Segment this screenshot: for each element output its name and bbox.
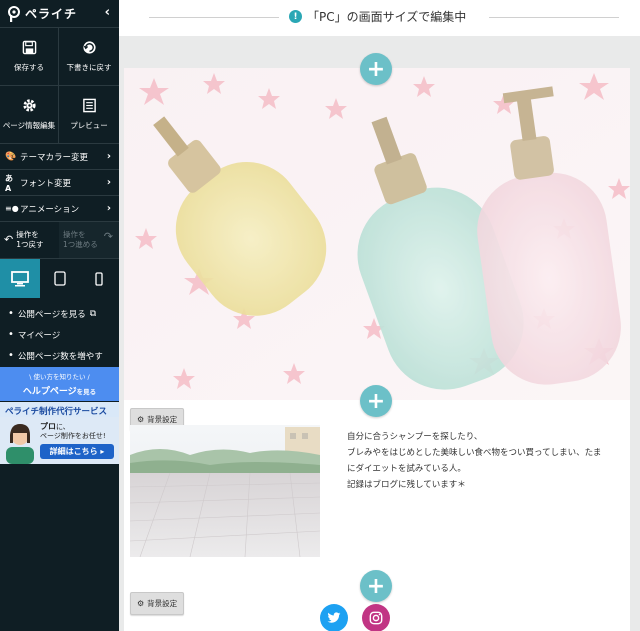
add-section-button[interactable]: + bbox=[360, 385, 392, 417]
profile-text-line: にダイエットを試みている人。 bbox=[347, 464, 466, 474]
ad-line1-bold: プロ bbox=[40, 422, 56, 431]
revert-draft-label: 下書きに戻す bbox=[66, 63, 112, 72]
profile-text-line: 記録はブログに残しています＊ bbox=[347, 480, 466, 490]
page-links: • 公開ページを見る ⧉ • マイページ • 公開ページ数を増やす bbox=[0, 298, 119, 366]
animation-label: アニメーション bbox=[20, 204, 80, 215]
desktop-icon bbox=[10, 270, 29, 286]
collapse-sidebar-button[interactable]: ‹ bbox=[105, 5, 110, 20]
profile-text-line: ブレみやをはじめとした美味しい食べ物をつい買ってしまい、たま bbox=[347, 448, 602, 458]
ad-title: ペライチ制作代行サービス bbox=[0, 402, 119, 417]
sidebar: ペライチ ‹ 保存する 下書きに戻す ページ情報編集 プレビュー 🎨 テーマカラ… bbox=[0, 0, 119, 631]
chevron-right-icon: › bbox=[106, 151, 111, 162]
help-banner-title: ヘルプページ bbox=[22, 387, 77, 397]
add-section-button[interactable]: + bbox=[360, 570, 392, 602]
mypage-link[interactable]: • マイページ bbox=[8, 324, 119, 345]
history-controls: ↶ 操作を 1つ戻す 操作を 1つ進める ↷ bbox=[0, 222, 119, 259]
theme-color-menu[interactable]: 🎨 テーマカラー変更 › bbox=[0, 144, 119, 170]
theme-color-label: テーマカラー変更 bbox=[20, 152, 89, 163]
profile-text-block[interactable]: 自分に合うシャンプーを探したり、 ブレみやをはじめとした美味しい食べ物をつい買っ… bbox=[347, 429, 627, 493]
device-desktop-button[interactable] bbox=[0, 259, 40, 298]
tablet-icon bbox=[53, 271, 66, 286]
divider bbox=[149, 17, 279, 18]
redo-line1: 操作を bbox=[63, 230, 86, 239]
add-section-button[interactable]: + bbox=[360, 53, 392, 85]
action-tiles: 保存する 下書きに戻す ページ情報編集 プレビュー bbox=[0, 27, 119, 144]
production-service-ad[interactable]: ペライチ制作代行サービス プロに、 ページ制作をお任せ! 詳細はこちら ▸ bbox=[0, 402, 119, 464]
info-icon: ! bbox=[289, 10, 302, 23]
undo-icon: ↶ bbox=[4, 233, 14, 246]
campus-photo[interactable] bbox=[130, 425, 320, 557]
save-label: 保存する bbox=[14, 63, 44, 72]
save-button[interactable]: 保存する bbox=[0, 28, 59, 86]
animation-icon: ≡● bbox=[5, 204, 19, 213]
undo-button[interactable]: ↶ 操作を 1つ戻す bbox=[0, 222, 59, 258]
background-settings-label: 背景設定 bbox=[147, 415, 178, 424]
help-banner-suffix: を見る bbox=[76, 388, 97, 396]
font-icon: あA bbox=[5, 173, 13, 193]
screen-size-notice: ! 「PC」の画面サイズで編集中 bbox=[289, 8, 466, 25]
ad-details-button[interactable]: 詳細はこちら ▸ bbox=[40, 444, 114, 459]
revert-draft-icon bbox=[82, 41, 96, 54]
font-label: フォント変更 bbox=[20, 178, 72, 189]
help-banner-caption: \ 使い方を知りたい / bbox=[29, 373, 90, 381]
background-settings-label: 背景設定 bbox=[147, 599, 178, 608]
editor-topbar: ! 「PC」の画面サイズで編集中 bbox=[119, 0, 640, 36]
help-page-banner[interactable]: \ 使い方を知りたい / ヘルプページを見る bbox=[0, 367, 119, 401]
redo-button[interactable]: 操作を 1つ進める ↷ bbox=[59, 222, 119, 258]
page-info-edit-button[interactable]: ページ情報編集 bbox=[0, 86, 59, 144]
person-illustration-icon bbox=[6, 424, 34, 464]
chevron-right-icon: › bbox=[106, 177, 111, 188]
undo-line1: 操作を bbox=[16, 230, 39, 239]
shampoo-bottles-photo bbox=[124, 68, 630, 400]
palette-icon: 🎨 bbox=[5, 151, 17, 162]
profile-text-line: 自分に合うシャンプーを探したり、 bbox=[347, 432, 483, 442]
undo-line2: 1つ戻す bbox=[16, 240, 44, 249]
redo-line2: 1つ進める bbox=[63, 240, 98, 249]
twitter-button[interactable] bbox=[320, 604, 348, 631]
peraichi-logo-icon bbox=[6, 5, 22, 22]
device-switcher bbox=[0, 259, 119, 298]
ad-line1-rest: に、 bbox=[56, 423, 70, 431]
twitter-icon bbox=[327, 612, 341, 623]
hero-image-section[interactable] bbox=[124, 68, 630, 400]
screen-size-notice-text: 「PC」の画面サイズで編集中 bbox=[307, 10, 467, 24]
gear-icon bbox=[22, 99, 36, 112]
background-settings-button[interactable]: ⚙ 背景設定 bbox=[130, 592, 185, 615]
gear-icon: ⚙ bbox=[137, 415, 145, 424]
preview-icon bbox=[82, 98, 96, 113]
instagram-icon bbox=[369, 611, 383, 625]
animation-menu[interactable]: ≡● アニメーション › bbox=[0, 196, 119, 222]
external-link-icon: ⧉ bbox=[89, 308, 97, 319]
font-menu[interactable]: あA フォント変更 › bbox=[0, 170, 119, 196]
logo-text: ペライチ bbox=[25, 7, 78, 21]
revert-draft-button[interactable]: 下書きに戻す bbox=[59, 28, 119, 86]
gear-icon: ⚙ bbox=[137, 599, 145, 608]
logo-row: ペライチ ‹ bbox=[0, 0, 119, 27]
ad-line2: ページ制作をお任せ! bbox=[40, 432, 106, 440]
redo-icon: ↷ bbox=[103, 230, 113, 243]
preview-button[interactable]: プレビュー bbox=[59, 86, 119, 144]
device-mobile-button[interactable] bbox=[79, 259, 119, 298]
mobile-icon bbox=[95, 271, 103, 286]
instagram-button[interactable] bbox=[362, 604, 390, 631]
page-info-edit-label: ページ情報編集 bbox=[2, 121, 56, 130]
divider bbox=[489, 17, 619, 18]
device-tablet-button[interactable] bbox=[40, 259, 80, 298]
chevron-right-icon: › bbox=[106, 203, 111, 214]
increase-pages-link[interactable]: • 公開ページ数を増やす bbox=[8, 345, 119, 366]
walkway-photo-image bbox=[130, 425, 320, 557]
save-icon bbox=[22, 40, 36, 55]
view-public-page-link[interactable]: • 公開ページを見る ⧉ bbox=[8, 303, 119, 324]
preview-label: プレビュー bbox=[70, 121, 108, 130]
